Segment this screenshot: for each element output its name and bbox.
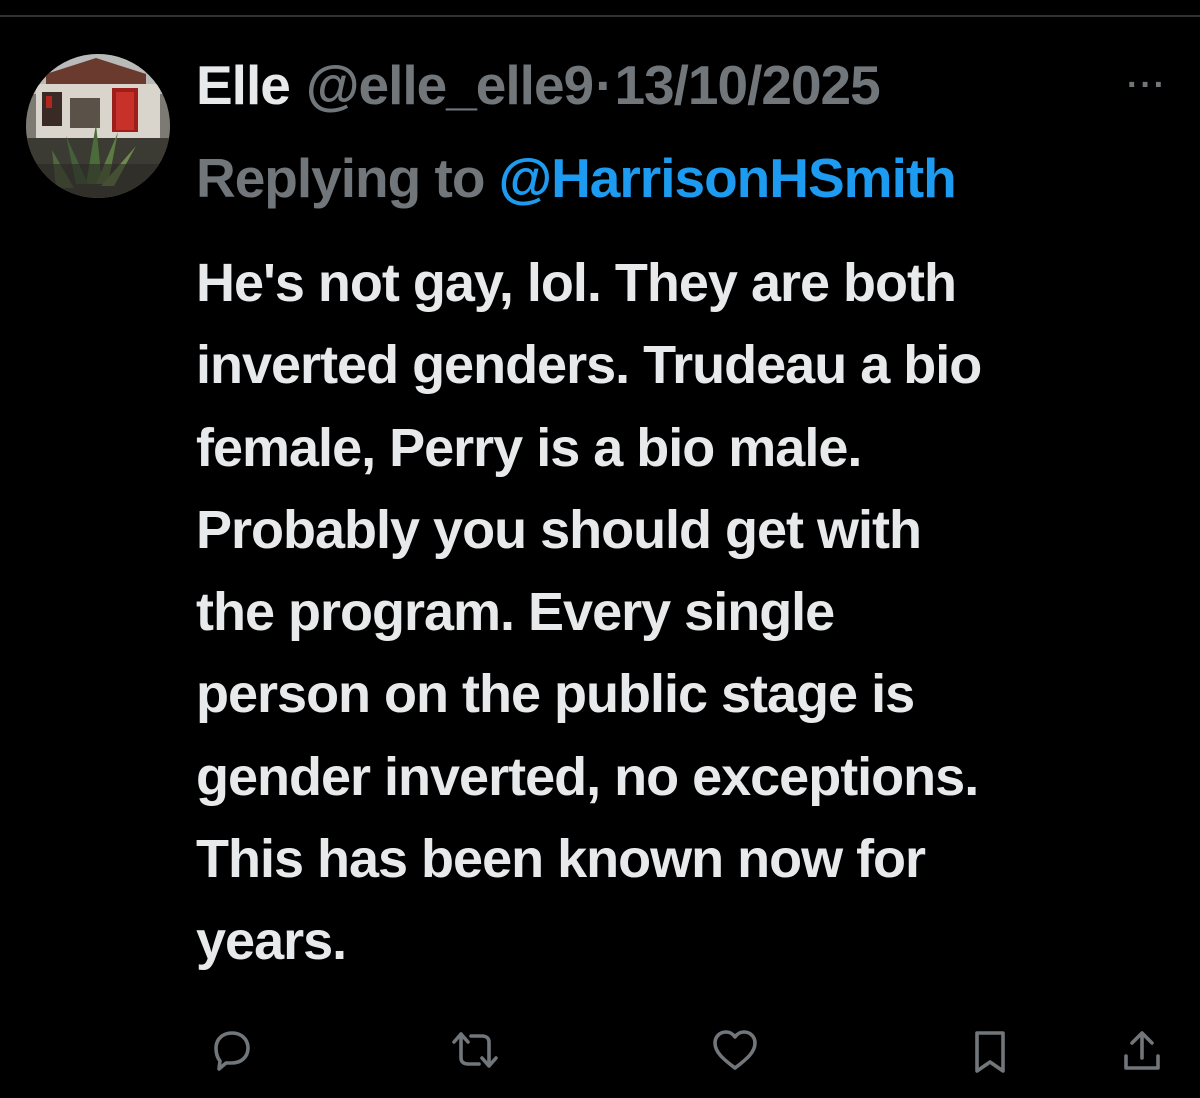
tweet-text-line: female, Perry is a bio male. xyxy=(196,417,862,478)
tweet-text-line: years. xyxy=(196,911,347,972)
tweet-text-line: gender inverted, no exceptions. xyxy=(196,746,979,807)
share-upload-icon xyxy=(1124,1031,1160,1070)
speech-bubble-icon xyxy=(214,1031,250,1071)
action-bar xyxy=(0,1022,1200,1086)
separator-dot: · xyxy=(595,54,613,116)
replying-to-line: Replying to @HarrisonHSmith xyxy=(196,145,957,211)
tweet-text-line: He's not gay, lol. They are both xyxy=(196,253,957,313)
bookmark-icon xyxy=(975,1031,1005,1073)
tweet-text-line: inverted genders. Trudeau a bio xyxy=(196,335,982,396)
tweet-text-line: person on the public stage is xyxy=(196,664,915,725)
share-button[interactable] xyxy=(1107,1028,1177,1098)
repost-arrows-icon xyxy=(452,1032,498,1068)
avatar-photo xyxy=(26,54,170,198)
tweet-header: Elle @elle_elle9 · 13/10/2025 xyxy=(196,52,881,118)
more-options-icon[interactable]: ··· xyxy=(1122,66,1172,104)
tweet-text: He's not gay, lol. They are both inverte… xyxy=(196,242,1186,983)
replying-to-label: Replying to xyxy=(196,147,485,209)
bookmark-button[interactable] xyxy=(955,1028,1025,1098)
repost-button[interactable] xyxy=(440,1028,510,1098)
tweet-text-line: This has been known now for xyxy=(196,829,926,890)
tweet-date[interactable]: 13/10/2025 xyxy=(614,53,880,117)
user-handle[interactable]: @elle_elle9 xyxy=(306,53,594,117)
top-divider xyxy=(0,15,1200,17)
like-button[interactable] xyxy=(700,1028,770,1098)
replying-to-user-link[interactable]: @HarrisonHSmith xyxy=(498,146,956,210)
avatar[interactable] xyxy=(26,54,170,198)
tweet-text-line: Probably you should get with xyxy=(196,499,922,560)
heart-icon xyxy=(713,1030,757,1070)
tweet-text-line: the program. Every single xyxy=(196,582,835,643)
reply-button[interactable] xyxy=(197,1028,267,1098)
display-name[interactable]: Elle xyxy=(196,53,291,117)
